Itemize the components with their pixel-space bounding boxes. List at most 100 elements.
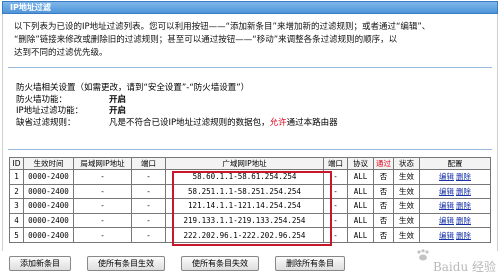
col-time: 生效时间 (23, 157, 74, 170)
cell-status: 生效 (393, 227, 420, 243)
cell-protocol: ALL (347, 227, 374, 243)
cell-lan-ip: - (73, 183, 132, 200)
cell-time: 0000-2400 (23, 198, 74, 214)
firewall-status-value: 开启 (109, 94, 127, 105)
table-row: 4 0000-2400 - - 219.133.1.1-219.133.254.… (9, 212, 491, 229)
cell-id: 5 (9, 227, 24, 243)
cell-pass: 否 (373, 169, 394, 185)
delete-link[interactable]: 删除 (456, 201, 471, 210)
table-row: 3 0000-2400 - - 121.14.1.1-121.14.254.25… (9, 198, 491, 214)
disable-all-button[interactable]: 使所有条目失效 (181, 256, 259, 271)
cell-wan-port: - (323, 227, 348, 243)
cell-wan-ip: 219.133.1.1-219.133.254.254 (165, 212, 324, 229)
cell-lan-ip: - (73, 212, 132, 229)
ip-filter-table: ID 生效时间 局域网IP地址 端口 广域网IP地址 端口 协议 通过 状态 配… (9, 157, 491, 243)
divider (8, 149, 492, 150)
cell-lan-port: - (131, 227, 166, 243)
cell-id: 2 (9, 183, 24, 200)
col-config: 配置 (419, 157, 491, 170)
cell-wan-port: - (323, 212, 348, 229)
cell-lan-port: - (131, 212, 166, 229)
cell-wan-port: - (323, 169, 348, 185)
cell-time: 0000-2400 (23, 227, 74, 243)
default-rule-text: 凡是不符合已设IP地址过滤规则的数据包，允许通过本路由器 (109, 118, 338, 130)
col-lan-port: 端口 (131, 157, 166, 170)
table-row: 5 0000-2400 - - 222.202.96.1-222.202.96.… (9, 227, 491, 243)
cell-status: 生效 (393, 198, 420, 214)
cell-pass: 否 (373, 198, 394, 214)
col-id: ID (9, 157, 24, 170)
cell-config: 编辑 删除 (419, 198, 491, 214)
ip-filter-page: IP地址过滤 以下列表为已设的IP地址过滤列表。您可以利用按钮——“添加新条目”… (0, 0, 500, 277)
edit-link[interactable]: 编辑 (439, 231, 454, 240)
enable-all-button[interactable]: 使所有条目生效 (87, 256, 165, 271)
cell-pass: 否 (373, 227, 394, 243)
cell-wan-ip: 121.14.1.1-121.14.254.254 (165, 198, 324, 214)
col-status: 状态 (393, 157, 420, 170)
delete-link[interactable]: 删除 (456, 231, 471, 240)
edit-link[interactable]: 编辑 (439, 201, 454, 210)
cell-time: 0000-2400 (23, 183, 74, 200)
cell-time: 0000-2400 (23, 169, 74, 185)
cell-protocol: ALL (347, 183, 374, 200)
table-header-row: ID 生效时间 局域网IP地址 端口 广域网IP地址 端口 协议 通过 状态 配… (9, 157, 491, 170)
cell-wan-port: - (323, 198, 348, 214)
delete-link[interactable]: 删除 (456, 187, 471, 196)
col-wan-ip: 广域网IP地址 (165, 157, 324, 170)
edit-link[interactable]: 编辑 (439, 187, 454, 196)
cell-id: 4 (9, 212, 24, 229)
cell-wan-ip: 58.251.1.1-58.251.254.254 (165, 183, 324, 200)
title-bar: IP地址过滤 (2, 1, 498, 14)
intro-line: 达到不同的过滤优先级。 (14, 48, 108, 58)
intro-line: “删除”链接来修改或删除旧的过滤规则；甚至可以通过按钮——“移动”来调整各条过滤… (14, 35, 398, 45)
cell-config: 编辑 删除 (419, 227, 491, 243)
default-rule-allow: 允许 (269, 117, 287, 128)
ip-filter-value: 开启 (109, 106, 127, 116)
watermark-paw-icon (417, 249, 429, 261)
intro-line: 以下列表为已设的IP地址过滤列表。您可以利用按钮——“添加新条目”来增加新的过滤… (14, 22, 431, 32)
table-row: 1 0000-2400 - - 58.60.1.1-58.61.254.254 … (9, 169, 491, 185)
cell-lan-ip: - (73, 227, 132, 243)
cell-lan-port: - (131, 169, 166, 185)
cell-id: 3 (9, 198, 24, 214)
cell-id: 1 (9, 169, 24, 185)
cell-lan-port: - (131, 198, 166, 214)
cell-status: 生效 (393, 212, 420, 229)
cell-wan-ip: 58.60.1.1-58.61.254.254 (165, 169, 324, 185)
col-lan-ip: 局域网IP地址 (73, 157, 132, 170)
cell-lan-ip: - (73, 198, 132, 214)
col-wan-port: 端口 (323, 157, 348, 170)
cell-pass: 否 (373, 212, 394, 229)
intro-text: 以下列表为已设的IP地址过滤列表。您可以利用按钮——“添加新条目”来增加新的过滤… (14, 21, 490, 60)
table-row: 2 0000-2400 - - 58.251.1.1-58.251.254.25… (9, 183, 491, 200)
cell-config: 编辑 删除 (419, 212, 491, 229)
cell-config: 编辑 删除 (419, 169, 491, 185)
add-entry-button[interactable]: 添加新条目 (9, 256, 71, 271)
cell-config: 编辑 删除 (419, 183, 491, 200)
delete-all-button[interactable]: 删除所有条目 (275, 256, 345, 271)
firewall-header: 防火墙相关设置（如需更改，请到“安全设置”-“防火墙设置”） (16, 83, 250, 93)
cell-protocol: ALL (347, 212, 374, 229)
col-protocol: 协议 (347, 157, 374, 170)
edit-link[interactable]: 编辑 (439, 216, 454, 225)
firewall-status-label: 防火墙功能： (16, 94, 68, 105)
watermark-text: Baidu 经验 (432, 260, 496, 274)
cell-lan-port: - (131, 183, 166, 200)
cell-pass: 否 (373, 183, 394, 200)
cell-protocol: ALL (347, 169, 374, 185)
cell-status: 生效 (393, 183, 420, 200)
cell-time: 0000-2400 (23, 212, 74, 229)
cell-lan-ip: - (73, 169, 132, 185)
page-title: IP地址过滤 (10, 3, 51, 12)
default-rule-label: 缺省过滤规则： (16, 117, 76, 128)
cell-wan-port: - (323, 183, 348, 200)
cell-protocol: ALL (347, 198, 374, 214)
edit-link[interactable]: 编辑 (439, 172, 454, 181)
col-pass: 通过 (373, 157, 394, 170)
default-rule-post: 通过本路由器 (286, 117, 338, 128)
delete-link[interactable]: 删除 (456, 172, 471, 181)
cell-wan-ip: 222.202.96.1-222.202.96.254 (165, 227, 324, 243)
cell-status: 生效 (393, 169, 420, 185)
ip-filter-label: IP地址过滤功能： (16, 106, 84, 116)
delete-link[interactable]: 删除 (456, 216, 471, 225)
